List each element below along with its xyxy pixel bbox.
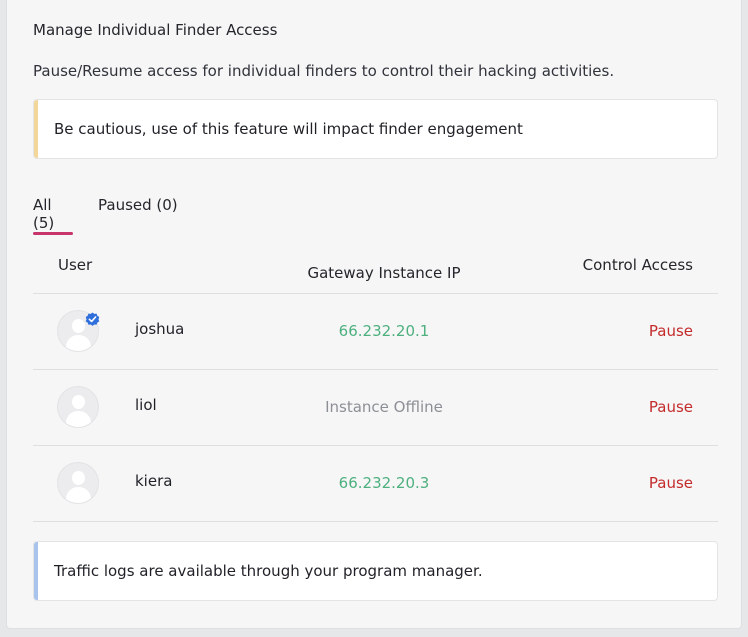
section-title: Manage Individual Finder Access [33,21,278,39]
tab-paused[interactable]: Paused (0) [98,196,178,235]
info-text: Traffic logs are available through your … [54,562,483,580]
table-row: liol Instance Offline Pause [33,370,718,446]
finders-table: User Gateway Instance IP Control Access … [33,236,718,522]
gateway-ip: 66.232.20.3 [338,474,430,492]
pause-button[interactable]: Pause [649,474,693,492]
info-callout: Traffic logs are available through your … [33,541,718,601]
warning-text: Be cautious, use of this feature will im… [54,120,523,138]
tab-all[interactable]: All (5) [33,196,73,235]
section-description: Pause/Resume access for individual finde… [33,62,615,80]
gateway-ip: 66.232.20.1 [338,322,430,340]
gateway-ip-status: Instance Offline [325,398,443,416]
tab-paused-label: Paused (0) [98,196,178,214]
column-header-control: Control Access [582,256,693,274]
finder-access-panel: Manage Individual Finder Access Pause/Re… [6,0,742,629]
pause-button[interactable]: Pause [649,398,693,416]
table-header: User Gateway Instance IP Control Access [33,236,718,294]
tab-bar: All (5) Paused (0) [33,196,718,236]
table-row: kiera 66.232.20.3 Pause [33,446,718,522]
pause-button[interactable]: Pause [649,322,693,340]
table-row: joshua 66.232.20.1 Pause [33,294,718,370]
active-tab-indicator [33,232,73,235]
warning-callout: Be cautious, use of this feature will im… [33,99,718,159]
tab-all-label: All (5) [33,196,55,232]
